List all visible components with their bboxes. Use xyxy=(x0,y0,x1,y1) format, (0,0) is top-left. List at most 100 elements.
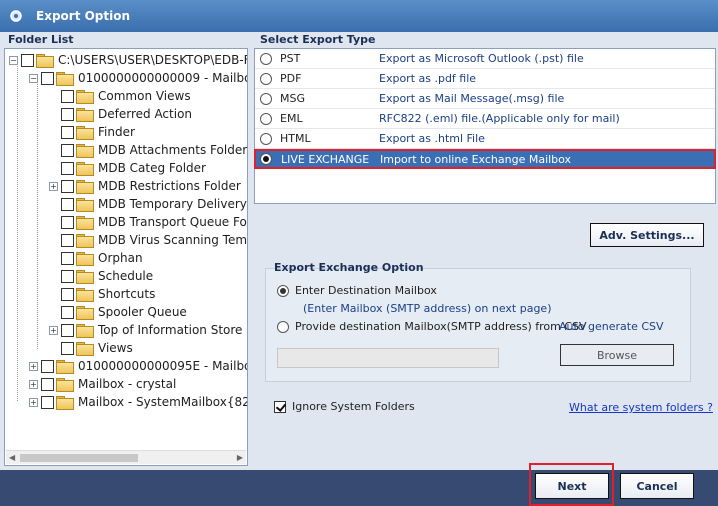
tree-item-checkbox[interactable] xyxy=(61,215,74,229)
export-type-description: Import to online Exchange Mailbox xyxy=(380,152,572,166)
enter-destination-radio[interactable] xyxy=(277,284,289,297)
tree-item[interactable]: − C:\USERS\USER\DESKTOP\EDB-FILE xyxy=(9,51,248,69)
tree-item[interactable]: − 0100000000000009 - Mailbox xyxy=(29,69,248,87)
tree-item[interactable]: MDB Virus Scanning Temp F xyxy=(49,231,247,249)
tree-item[interactable]: + Mailbox - crystal xyxy=(29,375,176,393)
folder-icon xyxy=(36,54,54,68)
tree-item-checkbox[interactable] xyxy=(61,143,74,157)
folder-icon xyxy=(76,234,94,248)
expand-icon[interactable]: + xyxy=(29,397,38,407)
tree-item-checkbox[interactable] xyxy=(61,197,74,211)
cancel-button[interactable]: Cancel xyxy=(620,473,694,499)
tree-item-label: 0100000000000009 - Mailbox xyxy=(78,71,248,85)
tree-item-checkbox[interactable] xyxy=(61,341,74,355)
tree-item-checkbox[interactable] xyxy=(61,179,74,193)
tree-item[interactable]: Schedule xyxy=(49,267,153,285)
tree-item-checkbox[interactable] xyxy=(61,233,74,247)
tree-item[interactable]: Spooler Queue xyxy=(49,303,187,321)
tree-item-label: Deferred Action xyxy=(98,107,193,121)
tree-item[interactable]: Views xyxy=(49,339,133,357)
horizontal-scrollbar[interactable]: ◀ ▶ xyxy=(6,450,246,464)
export-type-pdf[interactable]: PDF Export as .pdf file xyxy=(255,69,715,89)
scrollbar-thumb[interactable] xyxy=(20,454,138,462)
tree-item-checkbox[interactable] xyxy=(41,377,54,391)
folder-icon xyxy=(56,396,74,410)
tree-item-checkbox[interactable] xyxy=(61,125,74,139)
tree-item-checkbox[interactable] xyxy=(61,269,74,283)
auto-generate-csv-link[interactable]: Auto generate CSV xyxy=(559,320,664,333)
csv-path-input[interactable] xyxy=(277,348,499,368)
tree-item[interactable]: + Top of Information Store xyxy=(49,321,242,339)
tree-item-label: Schedule xyxy=(98,269,154,283)
tree-item-checkbox[interactable] xyxy=(61,89,74,103)
expand-icon[interactable]: + xyxy=(49,181,58,191)
tree-item[interactable]: +010000000000095E - Mailbox xyxy=(29,357,247,375)
tree-item[interactable]: MDB Attachments Folder xyxy=(49,141,247,159)
tree-item[interactable]: MDB Temporary Delivery Fo xyxy=(49,195,247,213)
folder-icon xyxy=(76,180,94,194)
expand-icon[interactable]: + xyxy=(29,361,38,371)
tree-item[interactable]: MDB Categ Folder xyxy=(49,159,206,177)
export-type-eml[interactable]: EML RFC822 (.eml) file.(Applicable only f… xyxy=(255,109,715,129)
tree-item-label: C:\USERS\USER\DESKTOP\EDB-FILE xyxy=(58,53,248,67)
browse-button[interactable]: Browse xyxy=(560,344,674,366)
export-type-list: PST Export as Microsoft Outlook (.pst) fi… xyxy=(254,48,716,204)
enter-destination-option[interactable]: Enter Destination Mailbox xyxy=(277,284,437,297)
ignore-system-folders-checkbox[interactable] xyxy=(274,400,286,413)
tree-item[interactable]: Finder xyxy=(49,123,135,141)
export-type-radio[interactable] xyxy=(260,52,272,65)
collapse-icon[interactable]: − xyxy=(9,55,18,65)
tree-item[interactable]: MDB Transport Queue Folde xyxy=(49,213,247,231)
what-are-system-folders-link[interactable]: What are system folders ? xyxy=(569,401,713,414)
tree-item-label: Finder xyxy=(98,125,135,139)
folder-list-title: Folder List xyxy=(8,33,74,46)
folder-icon xyxy=(76,252,94,266)
export-type-live-exchange[interactable]: LIVE EXCHANGE Import to online Exchange M… xyxy=(254,149,716,169)
tree-item-checkbox[interactable] xyxy=(61,251,74,265)
tree-item-checkbox[interactable] xyxy=(61,287,74,301)
scroll-right-icon[interactable]: ▶ xyxy=(237,453,243,462)
tree-item-checkbox[interactable] xyxy=(41,359,54,373)
tree-item[interactable]: + Mailbox - SystemMailbox{8296F xyxy=(29,393,247,411)
export-type-radio[interactable] xyxy=(260,72,272,85)
adv-settings-button[interactable]: Adv. Settings... xyxy=(590,223,704,247)
export-type-html[interactable]: HTML Export as .html File xyxy=(255,129,715,149)
expand-icon[interactable]: + xyxy=(49,325,58,335)
export-type-radio[interactable] xyxy=(260,153,272,165)
folder-icon xyxy=(56,360,74,374)
folder-tree[interactable]: ◀ ▶ − C:\USERS\USER\DESKTOP\EDB-FILE − 0100… xyxy=(4,48,248,466)
tree-item[interactable]: Orphan xyxy=(49,249,143,267)
export-type-description: RFC822 (.eml) file.(Applicable only for … xyxy=(379,112,620,125)
provide-csv-option[interactable]: Provide destination Mailbox(SMTP address… xyxy=(277,320,587,333)
export-type-radio[interactable] xyxy=(260,132,272,145)
tree-item-checkbox[interactable] xyxy=(61,107,74,121)
export-type-radio[interactable] xyxy=(260,92,272,105)
tree-item-label: MDB Restrictions Folder xyxy=(98,179,241,193)
scroll-left-icon[interactable]: ◀ xyxy=(9,453,15,462)
expand-icon[interactable]: + xyxy=(29,379,38,389)
provide-csv-radio[interactable] xyxy=(277,320,289,333)
tree-item-checkbox[interactable] xyxy=(41,71,54,85)
export-type-name: HTML xyxy=(280,132,311,145)
tree-item-checkbox[interactable] xyxy=(61,323,74,337)
ignore-system-folders-option[interactable]: Ignore System Folders xyxy=(274,400,415,413)
tree-item[interactable]: Common Views xyxy=(49,87,191,105)
tree-item[interactable]: Shortcuts xyxy=(49,285,155,303)
tree-item-checkbox[interactable] xyxy=(21,53,34,67)
tree-item-checkbox[interactable] xyxy=(61,305,74,319)
tree-item-checkbox[interactable] xyxy=(61,161,74,175)
export-type-radio[interactable] xyxy=(260,112,272,125)
collapse-icon[interactable]: − xyxy=(29,73,38,83)
tree-item-label: Orphan xyxy=(98,251,143,265)
tree-item-label: Top of Information Store xyxy=(98,323,243,337)
export-type-pst[interactable]: PST Export as Microsoft Outlook (.pst) fi… xyxy=(255,49,715,69)
tree-item[interactable]: Deferred Action xyxy=(49,105,192,123)
export-type-msg[interactable]: MSG Export as Mail Message(.msg) file xyxy=(255,89,715,109)
tree-item[interactable]: + MDB Restrictions Folder xyxy=(49,177,241,195)
tree-item-checkbox[interactable] xyxy=(41,395,54,409)
